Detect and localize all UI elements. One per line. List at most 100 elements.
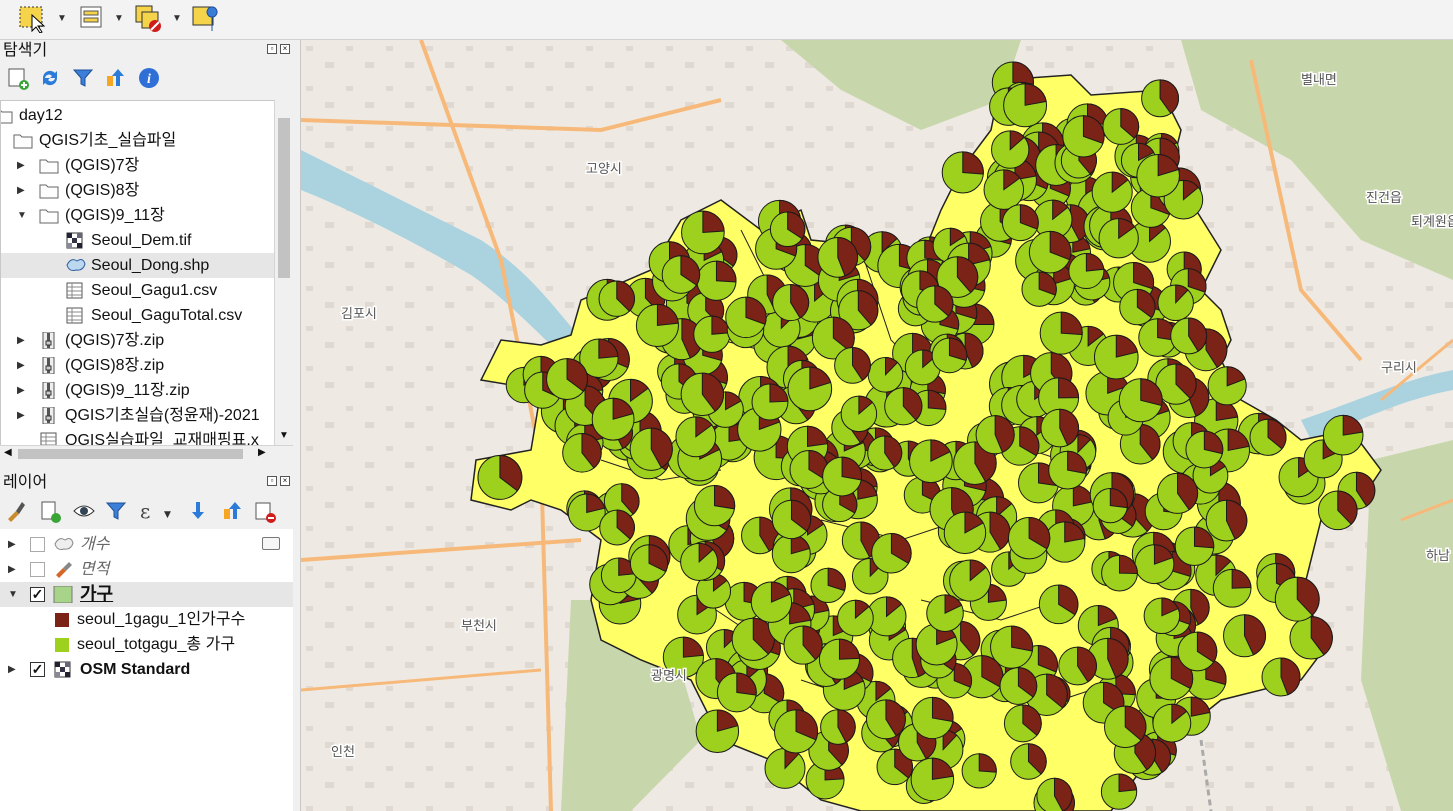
folder-icon	[13, 132, 33, 149]
filter-icon[interactable]	[71, 66, 95, 90]
scroll-thumb[interactable]	[278, 118, 290, 278]
scroll-left-icon[interactable]: ◀	[4, 447, 12, 458]
expand-arrow-icon[interactable]: ▶	[17, 403, 29, 428]
scroll-right-icon[interactable]: ▶	[258, 447, 266, 458]
pie-symbol	[1003, 83, 1048, 128]
pie-symbol	[837, 599, 874, 637]
expand-arrow-icon[interactable]: ▶	[8, 532, 20, 557]
layer-visibility-checkbox[interactable]	[30, 562, 45, 577]
pie-symbol	[1010, 743, 1047, 780]
legend-item[interactable]: seoul_totgagu_총 가구	[0, 632, 293, 657]
layer-visibility-checkbox[interactable]: ✓	[30, 662, 45, 677]
add-layer-icon[interactable]	[6, 66, 30, 90]
pie-symbol	[1003, 704, 1042, 743]
pie-symbol	[1249, 418, 1287, 456]
panel-splitter[interactable]	[293, 40, 301, 811]
place-label: 진건읍	[1366, 190, 1402, 205]
polygon-icon	[65, 257, 86, 274]
zip-icon	[39, 381, 59, 400]
pie-symbol	[771, 499, 812, 540]
layer-visibility-checkbox[interactable]	[30, 537, 45, 552]
map-svg[interactable]: 고양시김포시부천시광명시 구리시 퇴계원읍 진건읍 별내면하남인천	[301, 40, 1453, 811]
browser-item[interactable]: ▶ (QGIS)8장	[1, 178, 274, 203]
collapse-arrow-icon[interactable]: ▼	[8, 582, 20, 607]
expand-arrow-icon[interactable]: ▶	[17, 153, 29, 178]
browser-item[interactable]: Seoul_GaguTotal.csv	[1, 303, 274, 328]
filter-legend-icon[interactable]	[104, 499, 128, 523]
browser-item[interactable]: ▶ (QGIS)8장.zip	[1, 353, 274, 378]
close-panel-icon[interactable]: ×	[280, 44, 290, 54]
place-label: 고양시	[586, 161, 622, 176]
pie-symbol	[1102, 108, 1140, 145]
pie-symbol	[1223, 614, 1267, 658]
layer-row[interactable]: ▼ ✓ 가구	[0, 582, 293, 607]
browser-item[interactable]: Seoul_Dong.shp	[1, 253, 274, 278]
dropdown-arrow-icon[interactable]: ▼	[172, 13, 182, 24]
folder-icon	[39, 207, 59, 224]
float-panel-icon[interactable]: ▫	[267, 44, 277, 54]
collapse-all-icon[interactable]	[221, 499, 245, 523]
layer-row[interactable]: ▶ ✓ OSM Standard	[0, 657, 293, 682]
browser-item-label: day12	[19, 107, 63, 124]
scroll-thumb[interactable]	[18, 449, 243, 459]
layer-memory-icon[interactable]	[262, 537, 280, 550]
attribute-table-icon[interactable]	[78, 3, 108, 33]
info-icon[interactable]: i	[137, 66, 161, 90]
pie-symbol	[999, 667, 1038, 705]
refresh-icon[interactable]	[38, 66, 62, 90]
browser-item[interactable]: ▶ (QGIS)7장	[1, 153, 274, 178]
pie-symbol	[865, 699, 906, 740]
dropdown-arrow-icon[interactable]: ▼	[57, 13, 67, 24]
remove-layer-icon[interactable]	[253, 499, 277, 523]
add-group-icon[interactable]	[38, 499, 62, 523]
place-label: 김포시	[341, 306, 377, 321]
pie-symbol	[1177, 631, 1218, 672]
browser-horizontal-scrollbar[interactable]: ◀ ▶	[0, 445, 293, 463]
layer-row[interactable]: ▶ 면적	[0, 557, 293, 582]
pie-symbol	[818, 638, 861, 680]
expand-arrow-icon[interactable]: ▶	[17, 328, 29, 353]
scroll-down-icon[interactable]: ▼	[279, 430, 289, 441]
pie-symbol	[1039, 311, 1083, 355]
style-manager-icon[interactable]	[4, 499, 28, 523]
browser-item[interactable]: ▶ QGIS기초실습(정윤재)-2021	[1, 403, 274, 428]
browser-item[interactable]: QGIS기초_실습파일	[1, 128, 274, 153]
expand-arrow-icon[interactable]: ▶	[8, 657, 20, 682]
deselect-features-icon[interactable]	[134, 3, 164, 33]
browser-item[interactable]: Seoul_Gagu1.csv	[1, 278, 274, 303]
float-panel-icon[interactable]: ▫	[267, 476, 277, 486]
identify-features-icon[interactable]	[192, 3, 222, 33]
select-features-icon[interactable]	[18, 3, 48, 34]
browser-item[interactable]: Seoul_Dem.tif	[1, 228, 274, 253]
expand-arrow-icon[interactable]: ▶	[17, 178, 29, 203]
expand-arrow-icon[interactable]: ▶	[17, 353, 29, 378]
pie-symbol	[546, 358, 588, 401]
close-panel-icon[interactable]: ×	[280, 476, 290, 486]
expand-arrow-icon[interactable]: ▶	[8, 557, 20, 582]
expand-all-icon[interactable]	[188, 499, 212, 523]
browser-tree[interactable]: day12 QGIS기초_실습파일 ▶ (QGIS)7장 ▶ (QGIS)8장 ▼ (QGIS…	[0, 100, 274, 462]
map-canvas[interactable]: 고양시 김포시 부천시 광명시 구리시 퇴계원읍 진건읍 별내면 하남 인천	[301, 40, 1453, 811]
browser-vertical-scrollbar[interactable]: ▼	[274, 100, 294, 445]
browser-item[interactable]: ▼ (QGIS)9_11장	[1, 203, 274, 228]
pie-symbol	[1317, 490, 1358, 531]
expand-arrow-icon[interactable]: ▶	[17, 378, 29, 403]
collapse-icon[interactable]	[104, 66, 128, 90]
browser-item[interactable]: ▶ (QGIS)9_11장.zip	[1, 378, 274, 403]
visibility-icon[interactable]	[72, 499, 96, 523]
layer-row[interactable]: ▶ 개수	[0, 532, 293, 557]
fill-layer-icon	[53, 585, 73, 604]
expression-filter-icon[interactable]: ε ▼	[138, 499, 171, 523]
legend-item[interactable]: seoul_1gagu_1인가구수	[0, 607, 293, 632]
layer-visibility-checkbox[interactable]: ✓	[30, 587, 45, 602]
dropdown-arrow-icon[interactable]: ▼	[114, 13, 124, 24]
pie-symbol	[911, 696, 954, 740]
layers-tree[interactable]: ▶ 개수 ▶ 면적 ▼ ✓ 가구 seoul_1gagu_1인가구수 seoul_totgagu…	[0, 529, 293, 811]
pie-symbol	[810, 567, 846, 604]
collapse-arrow-icon[interactable]: ▼	[17, 203, 29, 228]
pie-symbol	[716, 672, 757, 713]
layer-label: 면적	[80, 561, 110, 578]
browser-item[interactable]: ▶ (QGIS)7장.zip	[1, 328, 274, 353]
place-label: 부천시	[461, 618, 497, 633]
browser-item[interactable]: day12	[1, 103, 274, 128]
